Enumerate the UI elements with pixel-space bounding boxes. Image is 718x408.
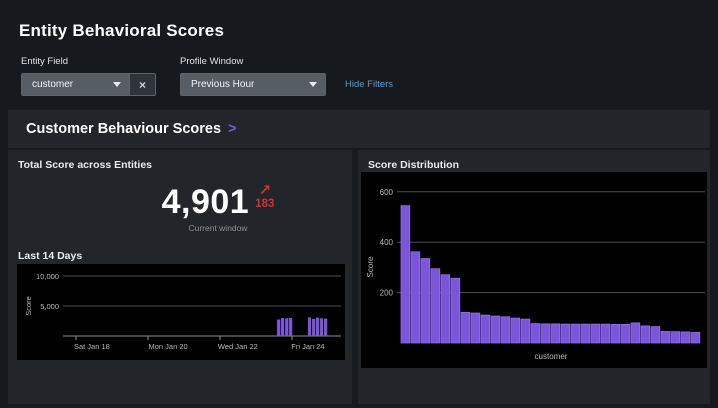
distribution-bar[interactable] <box>440 274 451 344</box>
clear-entity-filter-button[interactable]: × <box>129 74 155 95</box>
chevron-down-icon <box>113 82 121 87</box>
distribution-bar[interactable] <box>640 325 651 344</box>
distribution-bar[interactable] <box>500 316 511 344</box>
y-tick-label: 200 <box>380 289 394 298</box>
kpi-block: 4,901 ↗ 183 Current window <box>8 182 352 233</box>
distribution-bar[interactable] <box>550 323 561 344</box>
distribution-bar[interactable] <box>560 323 571 344</box>
distribution-bar[interactable] <box>590 323 601 344</box>
distribution-bar[interactable] <box>430 268 441 344</box>
distribution-bar[interactable] <box>610 324 621 344</box>
entity-field-label: Entity Field <box>21 56 68 67</box>
distribution-bar[interactable] <box>470 312 481 344</box>
distribution-bar[interactable] <box>420 258 431 344</box>
drilldown-chevron-icon[interactable]: > <box>228 121 236 137</box>
sparkline-bar[interactable] <box>315 317 320 336</box>
trend-up-arrow-icon: ↗ <box>258 182 272 199</box>
score-distribution-chart[interactable]: 200 400 600 Score customer <box>361 172 707 368</box>
distribution-bar[interactable] <box>520 318 531 344</box>
sparkline-bar[interactable] <box>319 318 324 336</box>
distribution-bar[interactable] <box>510 317 521 344</box>
sparkline-svg: 5,000 10,000 Score Sat Jan 18 Mon Jan 20 Wed … <box>24 272 341 351</box>
sparkline-bar[interactable] <box>324 318 328 336</box>
profile-window-value: Previous Hour <box>191 79 255 90</box>
total-score-panel-title: Total Score across Entities <box>18 159 153 171</box>
section-header: Customer Behaviour Scores > <box>8 110 710 148</box>
profile-window-label: Profile Window <box>180 56 244 67</box>
entity-field-value: customer <box>32 79 74 90</box>
page-title: Entity Behavioral Scores <box>19 21 225 40</box>
entity-field-control: customer × <box>21 73 156 96</box>
distribution-bar[interactable] <box>460 311 471 344</box>
kpi-caption: Current window <box>188 223 248 233</box>
x-tick-label: Mon Jan 20 <box>148 342 187 351</box>
x-tick-label: Wed Jan 22 <box>218 342 258 351</box>
total-score-panel: Total Score across Entities 4,901 ↗ 183 … <box>8 150 352 404</box>
entity-field-dropdown[interactable]: customer <box>22 74 129 95</box>
distribution-bar[interactable] <box>600 323 611 344</box>
close-icon: × <box>138 77 146 92</box>
distribution-bar[interactable] <box>400 205 411 344</box>
distribution-bar[interactable] <box>580 323 591 344</box>
distribution-bar[interactable] <box>630 322 641 344</box>
distribution-svg: 200 400 600 Score customer <box>366 188 705 361</box>
kpi-value: 4,901 <box>161 183 250 221</box>
kpi-delta-value: 183 <box>255 198 275 210</box>
sparkline-bar[interactable] <box>285 318 289 336</box>
distribution-bar[interactable] <box>680 331 691 344</box>
distribution-bar[interactable] <box>670 331 681 344</box>
sparkline-bar[interactable] <box>307 317 312 336</box>
y-tick-label: 5,000 <box>40 302 59 311</box>
distribution-bar[interactable] <box>530 323 541 344</box>
x-tick-label: Sat Jan 18 <box>74 342 110 351</box>
distribution-bar[interactable] <box>570 323 581 344</box>
profile-window-control: Previous Hour <box>180 73 326 96</box>
distribution-bar[interactable] <box>660 331 671 344</box>
distribution-bar[interactable] <box>480 314 491 344</box>
sparkline-bar[interactable] <box>280 318 285 336</box>
distribution-bar[interactable] <box>450 277 461 344</box>
profile-window-dropdown[interactable]: Previous Hour <box>181 74 325 95</box>
sparkline-bar[interactable] <box>289 318 293 336</box>
y-tick-label: 400 <box>380 238 394 247</box>
y-axis-label: Score <box>366 256 375 277</box>
distribution-bar[interactable] <box>650 326 661 344</box>
sparkline-bar[interactable] <box>277 319 281 337</box>
distribution-bar[interactable] <box>410 251 421 344</box>
y-tick-label: 10,000 <box>36 272 59 281</box>
y-axis-label: Score <box>24 296 33 316</box>
y-tick-label: 600 <box>380 188 394 197</box>
section-title: Customer Behaviour Scores <box>26 121 222 137</box>
last-14-days-chart[interactable]: 5,000 10,000 Score Sat Jan 18 Mon Jan 20 Wed … <box>17 264 345 360</box>
x-axis-label: customer <box>535 352 568 361</box>
hide-filters-link[interactable]: Hide Filters <box>345 79 393 90</box>
sparkline-title: Last 14 Days <box>18 250 83 262</box>
chevron-down-icon <box>309 82 317 87</box>
score-distribution-panel: Score Distribution 200 400 600 Score custome… <box>358 150 710 404</box>
distribution-bar[interactable] <box>690 332 701 344</box>
sparkline-bar[interactable] <box>312 318 316 336</box>
score-distribution-panel-title: Score Distribution <box>368 159 460 171</box>
distribution-bar[interactable] <box>490 315 501 344</box>
x-tick-label: Fri Jan 24 <box>291 342 324 351</box>
distribution-bar[interactable] <box>620 324 631 344</box>
distribution-bar[interactable] <box>540 323 551 344</box>
